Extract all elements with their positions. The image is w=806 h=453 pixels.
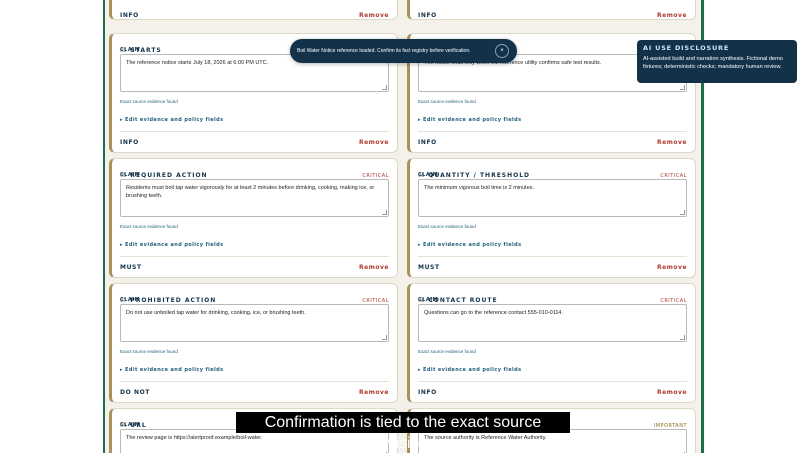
divider xyxy=(120,256,389,257)
edit-evidence-toggle[interactable]: ▸ Edit evidence and policy fields xyxy=(120,242,224,248)
remove-button[interactable]: Remove xyxy=(359,12,389,19)
claim-label: CLAIM xyxy=(418,297,439,303)
evidence-status: Exact source evidence found xyxy=(120,224,178,229)
edit-evidence-toggle[interactable]: ▸ Edit evidence and policy fields xyxy=(418,242,522,248)
evidence-status: Exact source evidence found xyxy=(120,349,178,354)
edit-evidence-toggle[interactable]: ▸ Edit evidence and policy fields xyxy=(120,367,224,373)
ai-disclosure-body: AI-assisted build and narration synthesi… xyxy=(643,56,783,70)
fact-card-required-action: 05 REQUIRED ACTION CRITICAL CLAIM Residen… xyxy=(109,158,398,278)
fact-title: QUANTITY / THRESHOLD xyxy=(428,172,531,179)
page-margin-left xyxy=(0,0,107,453)
fact-tag: DO NOT xyxy=(120,389,150,396)
fact-tag: INFO xyxy=(120,12,139,19)
edit-evidence-toggle[interactable]: ▸ Edit evidence and policy fields xyxy=(418,117,522,123)
fact-tag: INFO xyxy=(418,389,437,396)
fact-title: CONTACT ROUTE xyxy=(428,297,498,304)
ai-disclosure-panel: AI USE DISCLOSURE AI-assisted build and … xyxy=(637,40,797,83)
remove-button[interactable]: Remove xyxy=(359,139,389,146)
remove-button[interactable]: Remove xyxy=(657,389,687,396)
fact-tag: INFO xyxy=(120,139,139,146)
evidence-status: Exact source evidence found xyxy=(120,99,178,104)
divider xyxy=(120,381,389,382)
remove-button[interactable]: Remove xyxy=(359,389,389,396)
claim-label: CLAIM xyxy=(120,47,141,53)
claim-label: CLAIM xyxy=(120,172,141,178)
notification-toast: Boil Water Notice reference loaded. Conf… xyxy=(290,39,517,63)
fact-title: PROHIBITED ACTION xyxy=(130,297,217,304)
fact-card-top-right: INFO Remove xyxy=(407,0,696,20)
evidence-status: Exact source evidence found xyxy=(418,349,476,354)
fact-tag: INFO xyxy=(418,12,437,19)
fact-tag: MUST xyxy=(418,264,440,271)
narration-caption: Confirmation is tied to the exact source… xyxy=(236,412,570,452)
divider xyxy=(418,256,687,257)
fact-title: REQUIRED ACTION xyxy=(130,172,208,179)
claim-label: CLAIM xyxy=(418,172,439,178)
remove-button[interactable]: Remove xyxy=(657,139,687,146)
divider xyxy=(120,131,389,132)
edit-evidence-toggle[interactable]: ▸ Edit evidence and policy fields xyxy=(120,117,224,123)
close-icon[interactable]: × xyxy=(495,44,509,58)
claim-label: CLAIM xyxy=(120,422,141,428)
fact-tag: INFO xyxy=(418,139,437,146)
remove-button[interactable]: Remove xyxy=(359,264,389,271)
divider xyxy=(418,381,687,382)
fact-card-contact-route: 08 CONTACT ROUTE CRITICAL CLAIM Questions… xyxy=(407,283,696,403)
claim-label: CLAIM xyxy=(120,297,141,303)
ai-disclosure-title: AI USE DISCLOSURE xyxy=(643,44,730,52)
claim-textarea[interactable]: Residents must boil tap water vigorously… xyxy=(120,179,389,217)
evidence-status: Exact source evidence found xyxy=(418,224,476,229)
fact-tag: MUST xyxy=(120,264,142,271)
fact-card-top-left: INFO Remove xyxy=(109,0,398,20)
fact-card-prohibited-action: 07 PROHIBITED ACTION CRITICAL CLAIM Do no… xyxy=(109,283,398,403)
fact-card-quantity-threshold: 06 QUANTITY / THRESHOLD CRITICAL CLAIM Th… xyxy=(407,158,696,278)
toast-message: Boil Water Notice reference loaded. Conf… xyxy=(297,48,471,54)
claim-textarea[interactable]: Do not use unboiled tap water for drinki… xyxy=(120,304,389,342)
evidence-status: Exact source evidence found xyxy=(418,99,476,104)
remove-button[interactable]: Remove xyxy=(657,264,687,271)
edit-evidence-toggle[interactable]: ▸ Edit evidence and policy fields xyxy=(418,367,522,373)
remove-button[interactable]: Remove xyxy=(657,12,687,19)
divider xyxy=(418,131,687,132)
claim-textarea[interactable]: The minimum vigorous boil time is 2 minu… xyxy=(418,179,687,217)
claim-textarea[interactable]: Questions can go to the reference contac… xyxy=(418,304,687,342)
